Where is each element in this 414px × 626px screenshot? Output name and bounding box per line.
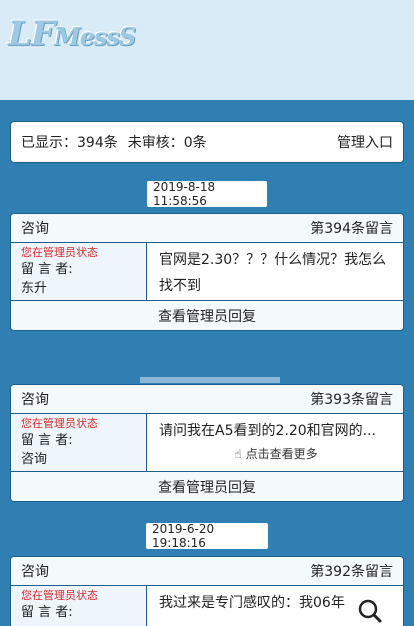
admin-status: 您在管理员状态 [21,246,98,259]
pending-label: 未审核： [127,135,184,151]
logo-text-small: MessS [54,22,136,51]
header: LFMessS [0,0,414,100]
stats-bar: 已显示： 394条 未审核： 0条 管理入口 [10,121,404,163]
author-name: 咨询 [21,452,48,467]
message-category: 咨询 [21,564,49,580]
message-body: 您在管理员状态 留 言 者: 咨询 请问我在A5看到的2.20和官网的... ☝… [11,414,403,472]
zoom-button[interactable] [352,596,386,626]
message-category: 咨询 [21,392,49,408]
view-admin-reply-button[interactable]: 查看管理员回复 [11,472,403,501]
author-label: 留 言 者: [21,605,73,620]
message-header: 咨询 第392条留言 [11,557,403,586]
message-card: 咨询 第393条留言 您在管理员状态 留 言 者: 咨询 请问我在A5看到的2.… [10,384,404,502]
message-content: 官网是2.30？？？什么情况？我怎么找不到 [159,252,387,294]
logo[interactable]: LFMessS [8,14,136,54]
message-body: 您在管理员状态 留 言 者: 我过来是专门感叹的：我06年 [11,586,403,626]
message-meta: 您在管理员状态 留 言 者: 咨询 [11,414,147,471]
author-name: 东升 [21,281,48,296]
message-number: 第392条留言 [310,564,393,580]
author-label: 留 言 者: [21,262,73,277]
message-header: 咨询 第393条留言 [11,385,403,414]
view-admin-reply-button[interactable]: 查看管理员回复 [11,301,403,330]
message-category: 咨询 [21,221,49,237]
message-number: 第393条留言 [310,392,393,408]
admin-status: 您在管理员状态 [21,589,98,602]
view-more-link[interactable]: ☝ 点击查看更多 [159,444,393,464]
hand-pointer-icon: ☝ [234,447,242,461]
message-date: 2019-6-20 19:18:16 [146,522,268,550]
logo-text-big: LF [8,14,55,54]
author-label: 留 言 者: [21,433,73,448]
message-body: 您在管理员状态 留 言 者: 东升 官网是2.30？？？什么情况？我怎么找不到 [11,243,403,301]
message-number: 第394条留言 [310,221,393,237]
message-excerpt: 请问我在A5看到的2.20和官网的... [159,423,377,439]
message-content: 请问我在A5看到的2.20和官网的... ☝ 点击查看更多 [147,414,403,471]
shown-value: 394条 [77,135,118,151]
message-card: 咨询 第394条留言 您在管理员状态 留 言 者: 东升 官网是2.30？？？什… [10,213,404,331]
message-date: 2019-8-18 11:58:56 [147,180,267,208]
message-meta: 您在管理员状态 留 言 者: [11,586,147,626]
pending-value: 0条 [183,135,207,151]
message-header: 咨询 第394条留言 [11,214,403,243]
admin-entry-link[interactable]: 管理入口 [337,132,393,152]
message-meta: 您在管理员状态 留 言 者: 东升 [11,243,147,300]
shown-label: 已显示： [21,135,77,151]
loading-placeholder [140,377,280,383]
search-icon [358,599,382,623]
view-more-label: 点击查看更多 [245,447,318,461]
admin-status: 您在管理员状态 [21,417,98,430]
message-card: 咨询 第392条留言 您在管理员状态 留 言 者: 我过来是专门感叹的：我06年 [10,556,404,626]
